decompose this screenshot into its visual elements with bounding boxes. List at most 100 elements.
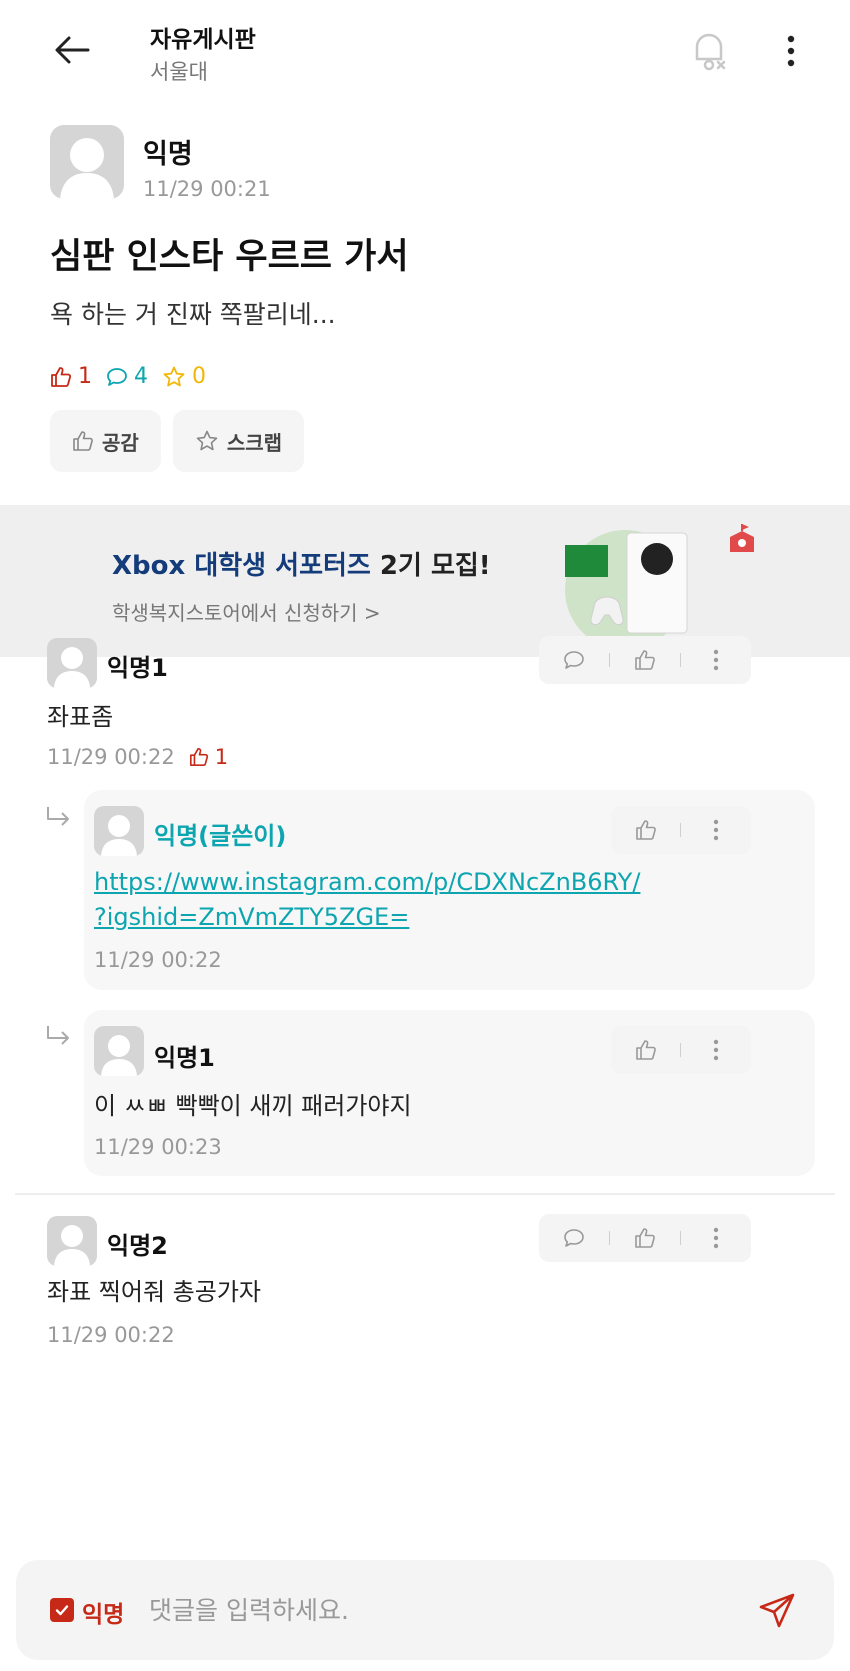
comment-like-button[interactable] xyxy=(626,810,666,850)
comment-divider xyxy=(15,1193,835,1195)
comment-actions xyxy=(539,1214,751,1262)
comment-text: 좌표좀 xyxy=(47,703,114,731)
default-avatar-icon xyxy=(54,1225,90,1266)
comment-text: 좌표 찍어줘 총공가자 xyxy=(47,1278,261,1306)
thumbs-up-icon xyxy=(189,748,208,766)
divider xyxy=(680,823,682,837)
comment-like-button[interactable] xyxy=(625,640,665,680)
top-bar: 자유게시판 서울대 xyxy=(0,0,850,110)
comment-meta: 11/29 00:22 1 xyxy=(47,745,228,769)
like-button[interactable]: 공감 xyxy=(50,410,161,472)
thumbs-up-icon xyxy=(636,820,657,840)
comment-meta: 11/29 00:22 xyxy=(47,1323,175,1347)
post-body: 욕 하는 거 진짜 쪽팔리네... xyxy=(50,300,336,329)
reply-item: 익명1 이 ㅆㅃ 빡빡이 새끼 패러가야지 11/29 00:23 xyxy=(84,1010,815,1176)
thumbs-up-icon xyxy=(51,366,72,387)
school-name: 서울대 xyxy=(150,60,208,84)
vertical-dots-icon xyxy=(713,1039,719,1061)
comment-avatar xyxy=(47,1216,97,1266)
comment-meta: 11/29 00:22 xyxy=(94,948,222,972)
comment-input[interactable] xyxy=(149,1587,669,1633)
banner-link-text: 학생복지스토어에서 신청하기 > xyxy=(112,601,381,625)
post-time: 11/29 00:21 xyxy=(143,177,271,201)
instagram-link[interactable]: https://www.instagram.com/p/CDXNcZnB6RY/… xyxy=(94,865,640,935)
speech-bubble-icon xyxy=(564,651,585,669)
comment-time: 11/29 00:23 xyxy=(94,1135,222,1159)
anonymous-checkbox[interactable] xyxy=(50,1598,74,1622)
speech-bubble-icon xyxy=(107,367,127,386)
reply-item: 익명(글쓴이) https://www.instagram.com/p/CDXN… xyxy=(84,790,815,990)
comment-time: 11/29 00:22 xyxy=(47,745,175,769)
default-avatar-icon xyxy=(60,138,114,199)
post-author: 익명 xyxy=(143,139,193,170)
thumbs-up-icon xyxy=(73,431,93,451)
comment-author: 익명1 xyxy=(107,654,168,682)
bell-off-icon xyxy=(695,33,726,71)
paper-plane-icon xyxy=(759,1593,795,1628)
scrap-button[interactable]: 스크랩 xyxy=(172,410,305,472)
comment-meta: 11/29 00:23 xyxy=(94,1135,222,1159)
vertical-dots-icon xyxy=(713,649,718,671)
comment-item: 익명1 좌표좀 11/29 00:22 1 xyxy=(0,630,850,769)
notification-toggle-button[interactable] xyxy=(684,26,734,76)
default-avatar-icon xyxy=(101,1035,137,1076)
scrap-count: 0 xyxy=(162,364,206,389)
board-title: 자유게시판 xyxy=(150,27,256,53)
comment-avatar xyxy=(94,1026,144,1076)
comment-author-writer: 익명(글쓴이) xyxy=(154,822,287,850)
comment-actions xyxy=(611,1026,751,1074)
vertical-dots-icon xyxy=(713,819,719,841)
like-count: 1 xyxy=(50,364,92,389)
post-author-avatar xyxy=(50,125,124,199)
thumbs-up-icon xyxy=(636,1040,657,1060)
comment-avatar xyxy=(47,638,97,688)
comment-like-count: 1 xyxy=(189,745,228,769)
post-stats: 1 4 0 xyxy=(50,364,206,389)
comment-more-button[interactable] xyxy=(696,1218,736,1258)
reply-button[interactable] xyxy=(554,1218,594,1258)
star-icon xyxy=(196,430,218,451)
more-options-button[interactable] xyxy=(776,26,806,76)
comment-text: 이 ㅆㅃ 빡빡이 새끼 패러가야지 xyxy=(94,1092,412,1120)
post-title: 심판 인스타 우르르 가서 xyxy=(50,237,409,277)
store-logo-icon xyxy=(730,524,754,552)
post-actions: 공감 스크랩 xyxy=(50,410,305,472)
reply-arrow-icon xyxy=(47,807,69,826)
vertical-dots-icon xyxy=(713,1227,718,1249)
default-avatar-icon xyxy=(54,647,90,688)
comment-like-button[interactable] xyxy=(625,1218,665,1258)
divider xyxy=(679,653,681,667)
comment-author: 익명2 xyxy=(107,1232,168,1260)
comment-input-bar: 익명 xyxy=(16,1560,834,1660)
send-button[interactable] xyxy=(756,1590,798,1632)
speech-bubble-icon xyxy=(564,1229,585,1247)
comment-more-button[interactable] xyxy=(696,810,736,850)
reply-arrow-icon xyxy=(47,1026,69,1045)
vertical-dots-icon xyxy=(787,35,795,67)
comment-author: 익명1 xyxy=(154,1044,215,1072)
comment-actions xyxy=(611,806,751,854)
divider xyxy=(609,653,611,667)
comment-time: 11/29 00:22 xyxy=(94,948,222,972)
comment-more-button[interactable] xyxy=(696,640,736,680)
star-icon xyxy=(163,366,185,386)
divider xyxy=(680,1043,682,1057)
reply-button[interactable] xyxy=(554,640,594,680)
arrow-left-icon xyxy=(55,36,90,64)
default-avatar-icon xyxy=(101,815,137,856)
comment-actions xyxy=(539,636,751,684)
comment-more-button[interactable] xyxy=(696,1030,736,1070)
anonymous-label[interactable]: 익명 xyxy=(82,1595,124,1629)
comment-like-button[interactable] xyxy=(626,1030,666,1070)
comment-time: 11/29 00:22 xyxy=(47,1323,175,1347)
comment-avatar xyxy=(94,806,144,856)
comment-count: 4 xyxy=(106,364,148,389)
thumbs-up-icon xyxy=(635,650,655,670)
divider xyxy=(679,1231,681,1245)
checkmark-icon xyxy=(55,1605,69,1616)
comment-item: 익명2 좌표 찍어줘 총공가자 11/29 00:22 xyxy=(0,1208,850,1358)
banner-title: Xbox 대학생 서포터즈 2기 모집! xyxy=(112,551,491,581)
divider xyxy=(609,1231,611,1245)
thumbs-up-icon xyxy=(635,1228,655,1248)
back-button[interactable] xyxy=(50,28,94,72)
